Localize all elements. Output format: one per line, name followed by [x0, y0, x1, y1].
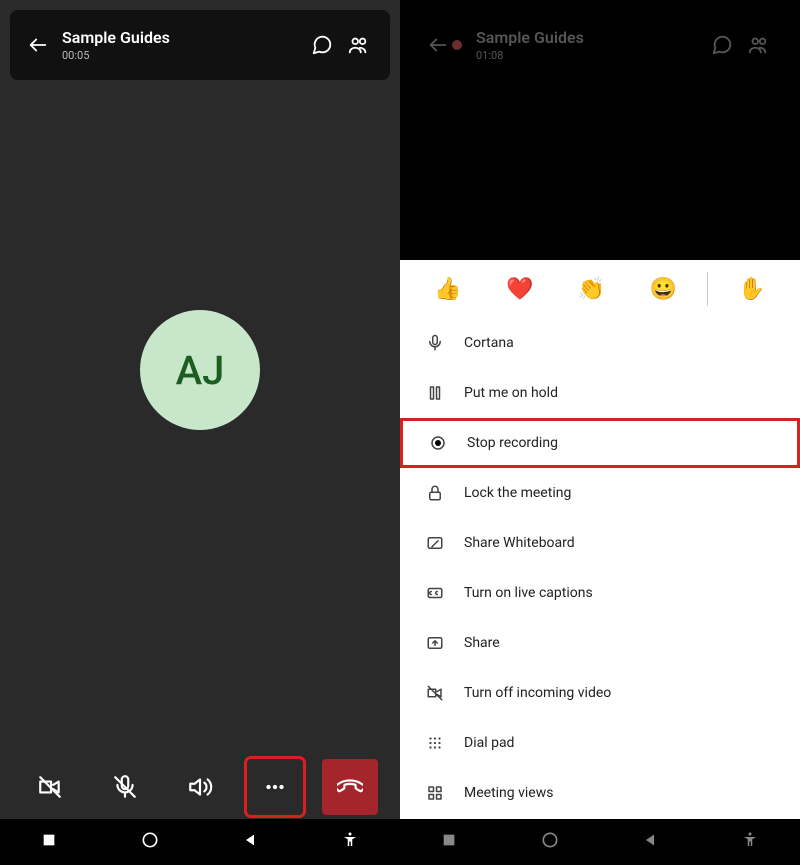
reactions-separator — [707, 272, 708, 306]
menu-cortana[interactable]: Cortana — [400, 318, 800, 368]
more-options-screen: Sample Guides 01:08 👍 ❤️ 👏 😀 ✋ Cortana P… — [400, 0, 800, 865]
reaction-clap[interactable]: 👏 — [556, 277, 628, 302]
share-icon — [420, 634, 450, 652]
nav-home-icon[interactable] — [140, 830, 160, 854]
nav-home-icon[interactable] — [540, 830, 560, 854]
call-controls — [0, 759, 400, 815]
menu-label: Lock the meeting — [464, 485, 571, 501]
menu-label: Share Whiteboard — [464, 535, 575, 551]
menu-meeting-views[interactable]: Meeting views — [400, 768, 800, 818]
menu-label: Stop recording — [467, 435, 558, 451]
menu-dial-pad[interactable]: Dial pad — [400, 718, 800, 768]
menu-share[interactable]: Share — [400, 618, 800, 668]
nav-back-icon[interactable] — [242, 832, 258, 852]
menu-hold[interactable]: Put me on hold — [400, 368, 800, 418]
menu-label: Turn off incoming video — [464, 685, 611, 701]
captions-icon — [420, 584, 450, 602]
record-icon — [423, 434, 453, 452]
mic-icon — [420, 334, 450, 352]
call-title-block-dimmed: Sample Guides 01:08 — [476, 28, 704, 62]
more-options-button[interactable] — [247, 759, 303, 815]
reaction-heart[interactable]: ❤️ — [484, 277, 556, 302]
call-title-block: Sample Guides 00:05 — [62, 28, 304, 62]
nav-recent-icon[interactable] — [41, 832, 57, 852]
nav-accessibility-icon[interactable] — [341, 831, 359, 853]
call-topbar: Sample Guides 00:05 — [10, 10, 390, 80]
hangup-button[interactable] — [322, 759, 378, 815]
menu-share-whiteboard[interactable]: Share Whiteboard — [400, 518, 800, 568]
recording-indicator-icon — [452, 40, 462, 50]
menu-turn-off-incoming-video[interactable]: Turn off incoming video — [400, 668, 800, 718]
participants-button-dimmed — [740, 34, 776, 56]
call-timer-dimmed: 01:08 — [476, 49, 704, 62]
chat-button[interactable] — [304, 34, 340, 56]
pause-icon — [420, 384, 450, 402]
call-title-dimmed: Sample Guides — [476, 28, 704, 47]
participants-button[interactable] — [340, 34, 376, 56]
camera-toggle-button[interactable] — [22, 759, 78, 815]
call-title: Sample Guides — [62, 28, 304, 47]
menu-label: Cortana — [464, 335, 514, 351]
whiteboard-icon — [420, 534, 450, 552]
menu-live-captions[interactable]: Turn on live captions — [400, 568, 800, 618]
menu-lock-meeting[interactable]: Lock the meeting — [400, 468, 800, 518]
back-button-dimmed — [424, 34, 452, 56]
menu-label: Dial pad — [464, 735, 514, 751]
call-screen: Sample Guides 00:05 AJ — [0, 0, 400, 865]
more-options-sheet: 👍 ❤️ 👏 😀 ✋ Cortana Put me on hold Stop r… — [400, 260, 800, 819]
android-nav-bar-left — [0, 819, 400, 865]
back-button[interactable] — [24, 34, 52, 56]
call-topbar-dimmed: Sample Guides 01:08 — [410, 10, 790, 80]
chat-button-dimmed — [704, 34, 740, 56]
nav-accessibility-icon[interactable] — [741, 831, 759, 853]
android-nav-bar-right — [400, 819, 800, 865]
video-off-icon — [420, 684, 450, 702]
avatar-initials: AJ — [176, 347, 225, 394]
speaker-button[interactable] — [172, 759, 228, 815]
nav-recent-icon[interactable] — [441, 832, 457, 852]
raise-hand-button[interactable]: ✋ — [716, 277, 788, 302]
nav-back-icon[interactable] — [642, 832, 658, 852]
grid-icon — [420, 784, 450, 802]
menu-label: Meeting views — [464, 785, 553, 801]
reaction-smile[interactable]: 😀 — [627, 277, 699, 302]
menu-stop-recording[interactable]: Stop recording — [400, 418, 800, 468]
lock-icon — [420, 484, 450, 502]
call-timer: 00:05 — [62, 49, 304, 62]
menu-label: Share — [464, 635, 500, 651]
reaction-thumbs-up[interactable]: 👍 — [412, 277, 484, 302]
menu-label: Turn on live captions — [464, 585, 593, 601]
menu-label: Put me on hold — [464, 385, 558, 401]
reactions-row: 👍 ❤️ 👏 😀 ✋ — [400, 260, 800, 318]
dialpad-icon — [420, 734, 450, 752]
mic-toggle-button[interactable] — [97, 759, 153, 815]
participant-avatar-wrap: AJ — [0, 310, 400, 430]
participant-avatar: AJ — [140, 310, 260, 430]
